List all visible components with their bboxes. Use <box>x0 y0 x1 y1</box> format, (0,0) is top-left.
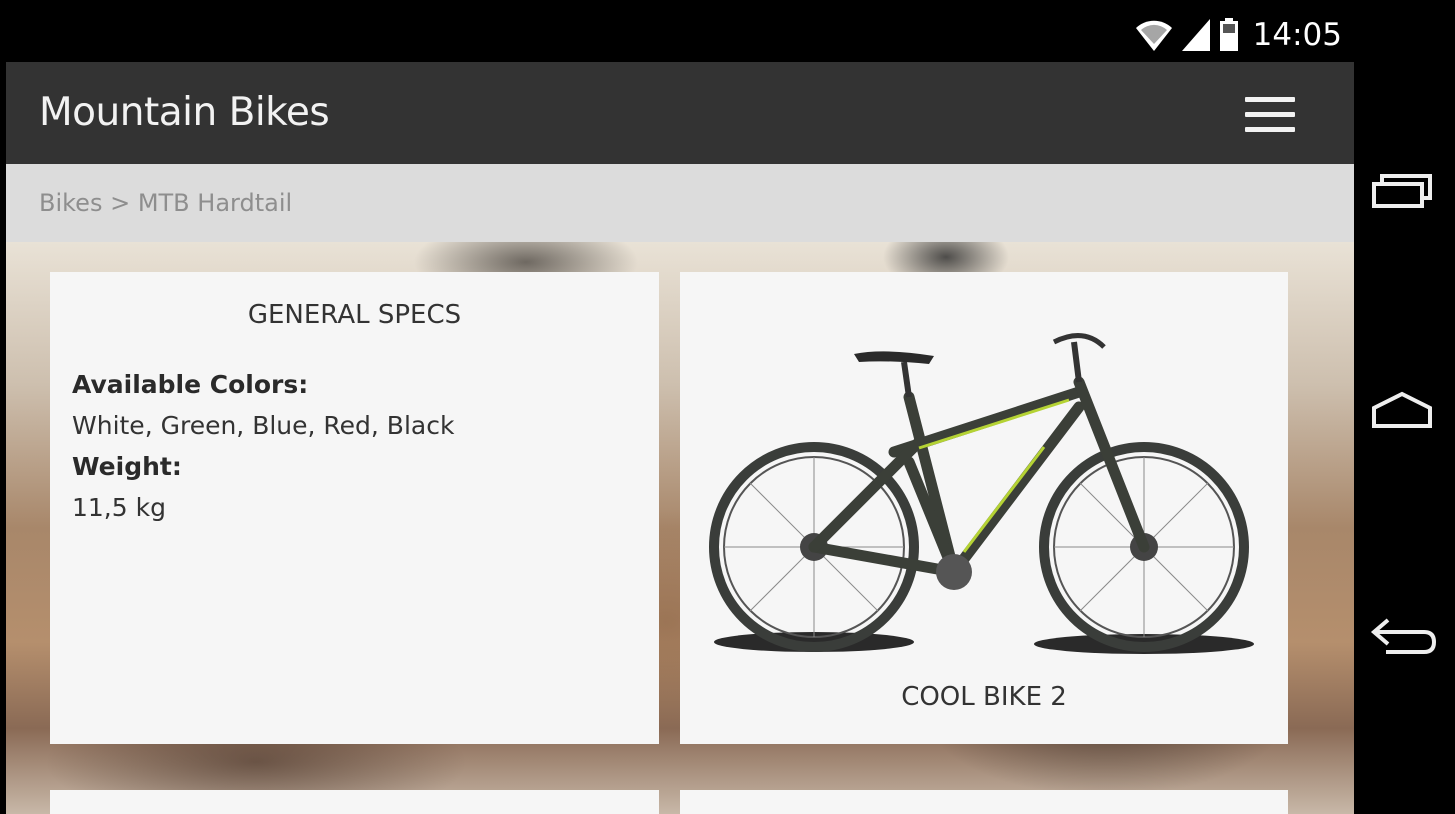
next-card-right[interactable] <box>680 790 1288 814</box>
breadcrumb-text[interactable]: Bikes > MTB Hardtail <box>39 164 292 242</box>
bike-image <box>709 333 1254 654</box>
recent-apps-icon <box>1372 174 1432 208</box>
wifi-icon <box>1135 20 1172 51</box>
back-button[interactable] <box>1368 608 1440 668</box>
app-bar: Mountain Bikes <box>6 62 1354 164</box>
status-time: 14:05 <box>1252 17 1342 53</box>
specs-title: GENERAL SPECS <box>247 300 462 330</box>
signal-icon <box>1181 19 1210 51</box>
status-bar: 14:05 <box>6 8 1354 62</box>
battery-icon <box>1219 18 1238 51</box>
menu-button[interactable] <box>1242 95 1298 135</box>
general-specs-card: GENERAL SPECS Available Colors: White, G… <box>50 272 659 744</box>
next-card-left[interactable] <box>50 790 659 814</box>
content-area[interactable]: GENERAL SPECS Available Colors: White, G… <box>6 242 1354 814</box>
spec-label-colors: Available Colors: <box>72 370 309 399</box>
home-icon <box>1372 391 1432 428</box>
breadcrumb: Bikes > MTB Hardtail <box>6 164 1354 242</box>
spec-label-weight: Weight: <box>72 452 182 481</box>
spec-value-colors: White, Green, Blue, Red, Black <box>72 411 455 440</box>
bike-card[interactable]: COOL BIKE 2 <box>680 272 1288 744</box>
app-title: Mountain Bikes <box>39 90 330 135</box>
back-icon <box>1370 618 1437 654</box>
spec-value-weight: 11,5 kg <box>72 493 166 522</box>
device-screen: 14:05 Mountain Bikes Bikes > MTB Hardtai… <box>0 0 1455 814</box>
recent-apps-button[interactable] <box>1368 160 1440 220</box>
home-button[interactable] <box>1368 382 1440 442</box>
bike-name: COOL BIKE 2 <box>901 682 1067 712</box>
status-icons: 14:05 <box>1135 8 1342 62</box>
navigation-bar <box>1354 0 1455 814</box>
